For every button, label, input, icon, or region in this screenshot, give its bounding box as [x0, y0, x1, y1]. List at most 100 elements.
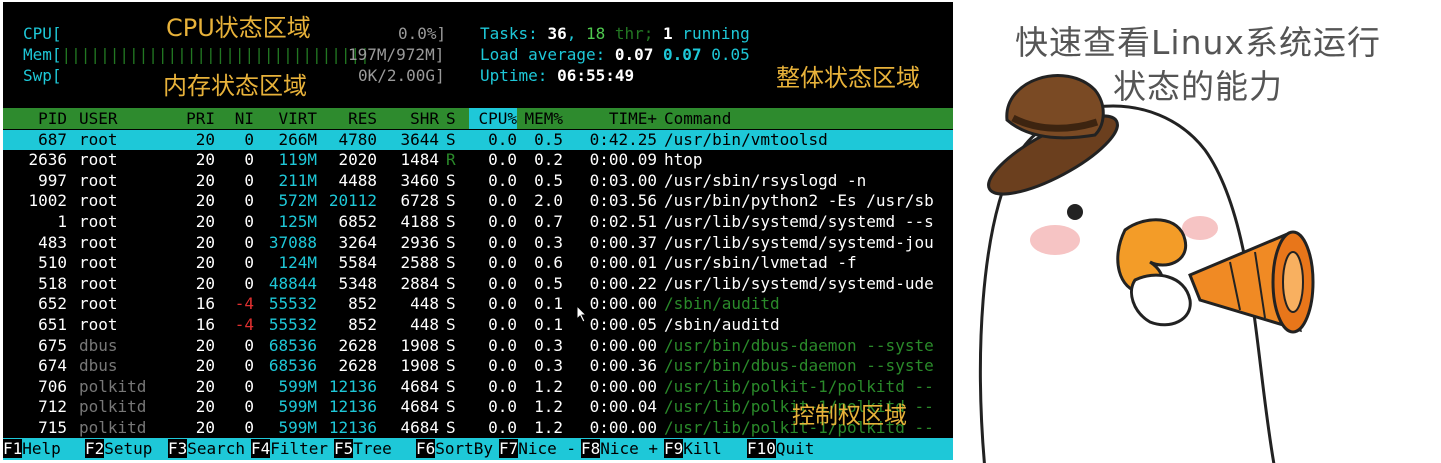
- header-command[interactable]: Command: [664, 108, 953, 129]
- process-row[interactable]: 687 root 20 0 266M 4780 3644 S 0.0 0.5 0:42.25/usr…: [3, 129, 953, 151]
- header-time[interactable]: TIME+: [583, 108, 657, 129]
- cell-s: S: [446, 170, 456, 190]
- cell-mem: 0.6: [534, 253, 563, 273]
- cell-cpu: 0.0: [488, 129, 517, 149]
- cell-mem: 0.5: [534, 170, 563, 190]
- cell-pri: 20: [195, 170, 215, 190]
- cpu-meter: CPU[: [23, 24, 62, 45]
- fkey-key: F8: [581, 439, 601, 458]
- cell-pid: 706: [38, 376, 67, 396]
- header-pri[interactable]: PRI: [175, 108, 215, 129]
- cell-cmd: /usr/bin/vmtoolsd: [664, 129, 828, 149]
- process-table-header[interactable]: PID USER PRI NI VIRT RES SHR S CPU% MEM% TIME+ Comm…: [3, 108, 953, 129]
- cell-s: S: [446, 253, 456, 273]
- fkey-nice-button[interactable]: F7Nice -: [499, 438, 577, 460]
- header-ni[interactable]: NI: [218, 108, 254, 129]
- cell-ni: 0: [244, 376, 254, 396]
- cell-pid: 715: [38, 417, 67, 437]
- fkey-filter-button[interactable]: F4Filter: [251, 438, 329, 460]
- cell-time: 0:00.09: [589, 150, 657, 170]
- cell-ni: 0: [244, 232, 254, 252]
- cell-pri: 20: [195, 150, 215, 170]
- fkey-tree-button[interactable]: F5Tree: [334, 438, 392, 460]
- cell-virt: 211M: [278, 170, 317, 190]
- mem-meter-value: 197M/972M]: [348, 45, 445, 64]
- cell-pid: 1: [57, 211, 67, 231]
- htop-terminal[interactable]: CPU[ 0.0%] Mem[|||||||||||||||||||||||||…: [3, 2, 953, 460]
- header-s[interactable]: S: [446, 108, 460, 129]
- cell-cpu: 0.0: [488, 376, 517, 396]
- cell-res: 5348: [338, 273, 377, 293]
- header-cpu[interactable]: CPU%: [469, 108, 517, 129]
- process-row[interactable]: 518 root 20 0 48844 5348 2884 S 0.0 0.5 0:00.22/us…: [3, 274, 953, 295]
- cpu-area-annotation: CPU状态区域: [166, 14, 311, 42]
- cell-mem: 1.2: [534, 417, 563, 437]
- cell-pid: 518: [38, 273, 67, 293]
- cell-pri: 20: [195, 211, 215, 231]
- header-shr[interactable]: SHR: [383, 108, 439, 129]
- fkey-help-button[interactable]: F1Help: [3, 438, 61, 460]
- cell-mem: 0.1: [534, 294, 563, 314]
- cell-time: 0:00.00: [589, 417, 657, 437]
- cell-res: 2628: [338, 356, 377, 376]
- cell-mem: 0.1: [534, 314, 563, 334]
- process-row[interactable]: 483 root 20 0 37088 3264 2936 S 0.0 0.3 0:00.37/us…: [3, 233, 953, 254]
- function-key-bar: F1Help F2Setup F3Search F4Filter F5Tree F6Sor…: [3, 438, 953, 460]
- process-row[interactable]: 706 polkitd 20 0 599M 12136 4684 S 0.0 1.2 0:00.00…: [3, 377, 953, 398]
- cell-shr: 4684: [400, 376, 439, 396]
- header-mem[interactable]: MEM%: [523, 108, 563, 129]
- fkey-nice-button[interactable]: F8Nice +: [581, 438, 659, 460]
- cell-user: dbus: [79, 335, 118, 355]
- cell-s: S: [446, 232, 456, 252]
- cell-s: S: [446, 211, 456, 231]
- cpu-meter-label: CPU[: [23, 24, 62, 43]
- fkey-setup-button[interactable]: F2Setup: [85, 438, 153, 460]
- fkey-kill-button[interactable]: F9Kill: [664, 438, 722, 460]
- cell-time: 0:42.25: [589, 129, 657, 149]
- fkey-key: F5: [334, 439, 354, 458]
- cell-shr: 2884: [400, 273, 439, 293]
- cell-shr: 4188: [400, 211, 439, 231]
- cpu-meter-value: 0.0%]: [398, 24, 447, 43]
- process-row[interactable]: 675 dbus 20 0 68536 2628 1908 S 0.0 0.3 0:00.00/us…: [3, 336, 953, 357]
- process-row[interactable]: 2636 root 20 0 119M 2020 1484 R 0.0 0.2 0:00.09 hto…: [3, 150, 953, 171]
- fkey-quit-button[interactable]: F10Quit: [747, 438, 815, 460]
- cell-ni: 0: [244, 253, 254, 273]
- header-virt[interactable]: VIRT: [261, 108, 317, 129]
- cell-pri: 20: [195, 417, 215, 437]
- cell-time: 0:03.56: [589, 191, 657, 211]
- fkey-search-button[interactable]: F3Search: [168, 438, 246, 460]
- process-row[interactable]: 1 root 20 0 125M 6852 4188 S 0.0 0.7 0:02.51/usr/l…: [3, 212, 953, 233]
- cell-cmd: /usr/bin/dbus-daemon --syste: [664, 335, 934, 355]
- process-row[interactable]: 674 dbus 20 0 68536 2628 1908 S 0.0 0.3 0:00.36/us…: [3, 356, 953, 377]
- process-row[interactable]: 1002 root 20 0 572M 20112 6728 S 0.0 2.0 0:03.56/u…: [3, 191, 953, 212]
- process-row[interactable]: 997 root 20 0 211M 4488 3460 S 0.0 0.5 0:03.00/usr…: [3, 171, 953, 192]
- cell-s: S: [446, 335, 456, 355]
- cell-s: R: [446, 150, 456, 170]
- cell-cmd: /sbin/auditd: [664, 314, 780, 334]
- cell-res: 12136: [328, 417, 377, 437]
- cell-ni: 0: [244, 150, 254, 170]
- cell-cmd: /usr/sbin/lvmetad -f: [664, 253, 857, 273]
- cell-pid: 674: [38, 356, 67, 376]
- cell-ni: 0: [244, 211, 254, 231]
- cell-mem: 0.2: [534, 150, 563, 170]
- header-user[interactable]: USER: [79, 108, 169, 129]
- cell-pri: 16: [195, 294, 215, 314]
- process-row[interactable]: 652 root 16 -4 55532 852 448 S 0.0 0.1 0:00.00/sbi…: [3, 294, 953, 315]
- process-row[interactable]: 651 root 16 -4 55532 852 448 S 0.0 0.1 0:00.05/sbi…: [3, 315, 953, 336]
- cell-shr: 1484: [400, 150, 439, 170]
- mascot-panel: 快速查看Linux系统运行 状态的能力: [955, 0, 1441, 463]
- cell-cpu: 0.0: [488, 211, 517, 231]
- cell-time: 0:02.51: [589, 211, 657, 231]
- header-res[interactable]: RES: [321, 108, 377, 129]
- cell-user: dbus: [79, 356, 118, 376]
- cell-ni: -4: [234, 314, 254, 334]
- fkey-sortby-button[interactable]: F6SortBy: [416, 438, 494, 460]
- header-pid[interactable]: PID: [11, 108, 67, 129]
- process-row[interactable]: 510 root 20 0 124M 5584 2588 S 0.0 0.6 0:00.01/usr…: [3, 253, 953, 274]
- cell-virt: 266M: [278, 129, 317, 149]
- cell-mem: 0.5: [534, 129, 563, 149]
- cell-virt: 37088: [268, 232, 317, 252]
- fkey-label: SortBy: [435, 439, 494, 458]
